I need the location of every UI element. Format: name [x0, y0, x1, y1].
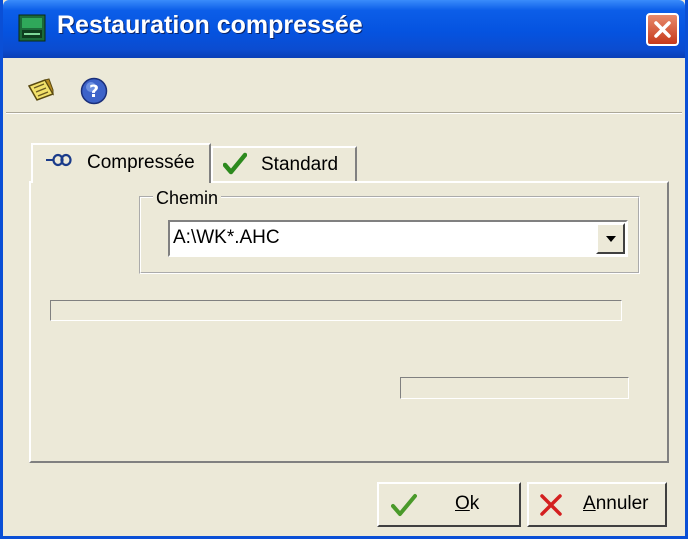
title-bar[interactable]: Restauration compressée — [3, 0, 685, 58]
close-button[interactable] — [646, 13, 679, 46]
checkmark-icon — [223, 152, 247, 175]
path-combobox-value[interactable]: A:\WK*.AHC — [173, 227, 280, 249]
dialog-window: Restauration compressée ? Standard Compr… — [0, 0, 688, 539]
cancel-x-icon — [540, 494, 562, 516]
tab-compressee[interactable]: Compressée — [31, 143, 211, 183]
path-combobox[interactable]: A:\WK*.AHC — [168, 220, 628, 257]
path-dropdown-button[interactable] — [596, 223, 625, 254]
tab-standard-label: Standard — [261, 154, 339, 175]
tab-compressee-label: Compressée — [87, 152, 195, 173]
svg-text:?: ? — [89, 82, 99, 102]
window-title: Restauration compressée — [57, 11, 363, 39]
close-icon — [654, 21, 671, 38]
notes-icon[interactable] — [27, 78, 55, 104]
ok-check-icon — [391, 494, 417, 516]
ok-button[interactable]: Ok — [377, 482, 521, 527]
chevron-down-icon — [606, 236, 616, 242]
ok-button-label: Ok — [455, 493, 480, 514]
status-field — [400, 377, 629, 399]
progress-field — [50, 300, 622, 321]
tab-standard[interactable]: Standard — [211, 146, 357, 181]
help-icon[interactable]: ? — [80, 77, 108, 105]
cancel-button[interactable]: Annuler — [527, 482, 667, 527]
path-group-label: Chemin — [153, 188, 222, 209]
toolbar-separator — [6, 112, 682, 114]
compressed-tab-icon — [46, 153, 72, 167]
cancel-button-label: Annuler — [583, 493, 649, 514]
app-icon — [18, 14, 46, 42]
